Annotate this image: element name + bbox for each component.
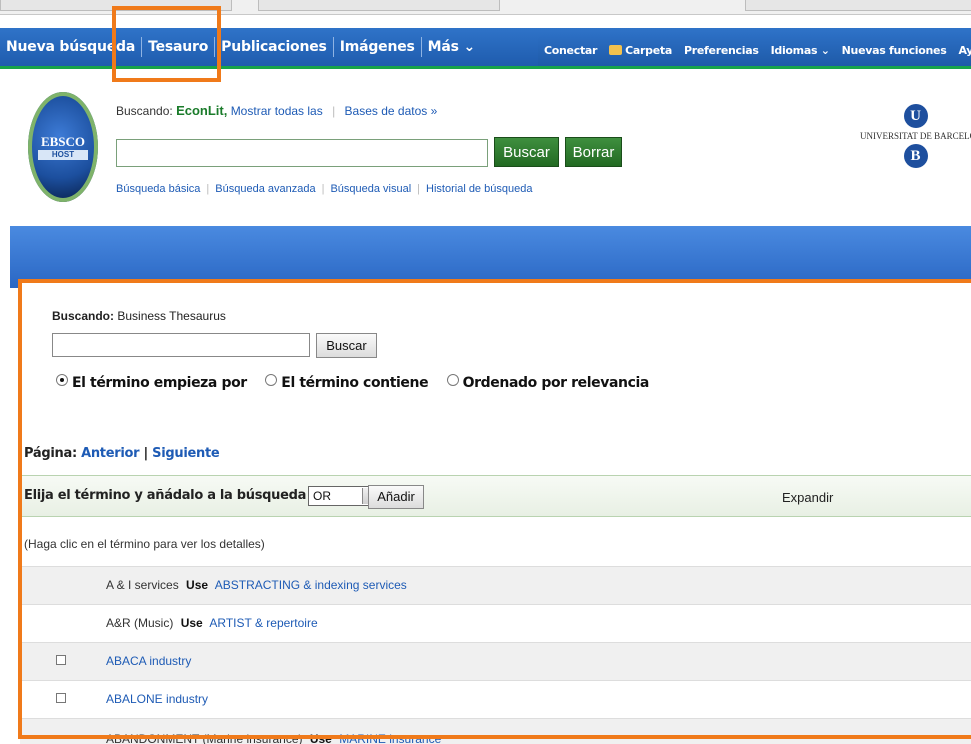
thesaurus-searching-label: Buscando:	[52, 309, 115, 323]
radio-label: Ordenado por relevancia	[462, 375, 650, 391]
term-checkbox[interactable]	[56, 693, 66, 703]
nav-help[interactable]: Ayuda	[952, 44, 971, 57]
nav-sign-in[interactable]: Conectar	[538, 44, 603, 57]
thesaurus-search-button[interactable]: Buscar	[316, 333, 377, 358]
link-divider: |	[332, 104, 336, 118]
term-row: ABANDONMENT (Marine insurance) Use MARIN…	[20, 719, 971, 744]
nav-thesaurus[interactable]: Tesauro	[142, 39, 214, 55]
previous-page-link[interactable]: Anterior	[81, 446, 139, 461]
radio-button[interactable]	[446, 374, 459, 386]
radio-button[interactable]	[265, 374, 278, 386]
preferred-term-link[interactable]: ABSTRACTING & indexing services	[215, 578, 407, 592]
use-keyword: Use	[186, 578, 209, 592]
logo-subtext: HOST	[38, 150, 88, 160]
match-mode-radios: El término empieza por El término contie…	[56, 374, 663, 391]
basic-search-link[interactable]: Búsqueda básica	[116, 183, 200, 195]
primary-nav: Nueva búsqueda Tesauro Publicaciones Imá…	[0, 28, 481, 66]
term-name: ABANDONMENT (Marine insurance)	[106, 732, 303, 744]
link-divider: |	[206, 183, 210, 195]
nav-images[interactable]: Imágenes	[334, 39, 421, 55]
thesaurus-scope: Buscando: Business Thesaurus	[52, 309, 226, 323]
advanced-search-link[interactable]: Búsqueda avanzada	[215, 183, 315, 195]
term-checkbox[interactable]	[56, 655, 66, 665]
preferred-term-link[interactable]: ARTIST & repertoire	[209, 616, 317, 630]
university-letter-u: U	[903, 104, 928, 128]
preferred-term-link[interactable]: MARINE insurance	[339, 732, 441, 744]
pagination: Página: Anterior | Siguiente	[24, 446, 220, 461]
visual-search-link[interactable]: Búsqueda visual	[330, 183, 411, 195]
main-search-input[interactable]	[116, 139, 488, 167]
folder-icon	[609, 44, 623, 55]
browser-tabstrip	[0, 0, 971, 15]
search-mode-links: Búsqueda básica | Búsqueda avanzada | Búsque…	[116, 183, 532, 195]
term-action-bar: Elija el término y añádalo a la búsqueda…	[20, 475, 971, 517]
nav-publications[interactable]: Publicaciones	[215, 39, 333, 55]
radio-label: El término empieza por	[72, 375, 247, 391]
term-name: A & I services	[106, 578, 179, 592]
top-navigation: Nueva búsqueda Tesauro Publicaciones Imá…	[0, 28, 971, 69]
university-letter-b: B	[903, 144, 928, 168]
link-divider: |	[417, 183, 421, 195]
nav-new-features[interactable]: Nuevas funciones	[836, 44, 953, 57]
browser-tab[interactable]	[258, 0, 500, 11]
radio-option-starts-with[interactable]: El término empieza por	[56, 374, 247, 391]
thesaurus-source: Business Thesaurus	[117, 309, 226, 323]
use-keyword: Use	[180, 616, 203, 630]
nav-folder[interactable]: Carpeta	[603, 44, 678, 57]
term-row: A&R (Music) Use ARTIST & repertoire	[20, 605, 971, 642]
search-scope: Buscando: EconLit, Mostrar todas las | B…	[116, 103, 437, 118]
radio-label: El término contiene	[281, 375, 429, 391]
radio-button-selected[interactable]	[56, 374, 68, 386]
university-logo: U UNIVERSITAT DE BARCELONA B	[860, 104, 971, 168]
next-page-link[interactable]: Siguiente	[152, 446, 220, 461]
searching-label: Buscando:	[116, 104, 173, 118]
term-row: ABACA industry	[20, 643, 971, 680]
section-header-band	[10, 226, 971, 288]
use-keyword: Use	[309, 732, 332, 744]
show-all-link[interactable]: Mostrar todas las	[231, 104, 323, 118]
nav-more[interactable]: Más ⌄	[422, 39, 481, 55]
term-row: ABALONE industry	[20, 681, 971, 718]
utility-nav: Conectar Carpeta Preferencias Idiomas ⌄ …	[538, 34, 971, 66]
university-name: UNIVERSITAT DE BARCELONA	[860, 131, 971, 141]
thesaurus-search-input[interactable]	[52, 333, 310, 357]
add-button[interactable]: Añadir	[368, 485, 424, 509]
clear-button[interactable]: Borrar	[565, 137, 622, 167]
term-row: A & I services Use ABSTRACTING & indexin…	[20, 567, 971, 604]
operator-value: OR	[313, 489, 331, 503]
browser-tab[interactable]	[745, 0, 971, 11]
term-entry: ABALONE industry	[106, 692, 208, 706]
browser-tab[interactable]	[0, 0, 232, 11]
term-entry: A&R (Music) Use ARTIST & repertoire	[106, 616, 318, 630]
nav-folder-label: Carpeta	[625, 43, 672, 57]
add-with-label: Elija el término y añádalo a la búsqueda…	[24, 488, 341, 503]
logo-text: EBSCO	[40, 134, 86, 149]
ebsco-host-logo[interactable]: EBSCO HOST	[28, 92, 98, 202]
database-name: EconLit,	[176, 103, 228, 118]
term-link[interactable]: ABACA industry	[106, 654, 191, 668]
radio-option-contains[interactable]: El término contiene	[265, 374, 429, 391]
nav-new-search[interactable]: Nueva búsqueda	[0, 39, 141, 55]
search-button[interactable]: Buscar	[494, 137, 559, 167]
expand-column-header: Expandir	[782, 490, 834, 505]
page-separator: |	[143, 446, 148, 461]
databases-link[interactable]: Bases de datos »	[345, 104, 438, 118]
term-entry: ABANDONMENT (Marine insurance) Use MARIN…	[106, 732, 441, 744]
term-name: A&R (Music)	[106, 616, 174, 630]
term-entry: ABACA industry	[106, 654, 191, 668]
search-history-link[interactable]: Historial de búsqueda	[426, 183, 532, 195]
page-label: Página:	[24, 446, 77, 461]
nav-preferences[interactable]: Preferencias	[678, 44, 765, 57]
term-link[interactable]: ABALONE industry	[106, 692, 208, 706]
term-entry: A & I services Use ABSTRACTING & indexin…	[106, 578, 407, 592]
link-divider: |	[321, 183, 325, 195]
nav-languages[interactable]: Idiomas ⌄	[765, 44, 836, 57]
radio-option-relevance[interactable]: Ordenado por relevancia	[446, 374, 650, 391]
instructions-text: (Haga clic en el término para ver los de…	[24, 537, 265, 551]
